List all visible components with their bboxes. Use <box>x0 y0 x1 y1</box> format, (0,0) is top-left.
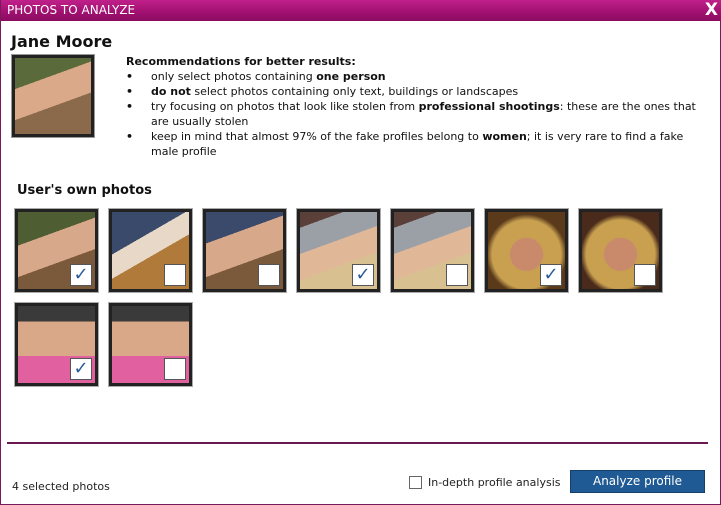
window-title: PHOTOS TO ANALYZE <box>7 3 136 17</box>
photo-tile[interactable]: ✓ <box>296 208 381 293</box>
section-title: User's own photos <box>17 183 152 198</box>
recommendation-text: do not <box>151 85 191 98</box>
photo-tile[interactable]: ✓ <box>14 208 99 293</box>
close-icon[interactable]: X <box>705 0 718 21</box>
checked-checkbox-icon[interactable]: ✓ <box>70 358 92 380</box>
photo-tile[interactable] <box>390 208 475 293</box>
in-depth-label: In-depth profile analysis <box>428 476 561 489</box>
checkbox-icon[interactable] <box>164 264 186 286</box>
photo-tile[interactable] <box>578 208 663 293</box>
recommendation-text: select photos containing only text, buil… <box>190 85 519 98</box>
recommendations-heading: Recommendations for better results: <box>126 55 356 68</box>
checkbox-icon[interactable] <box>634 264 656 286</box>
checkbox-icon[interactable] <box>409 476 422 489</box>
divider <box>7 442 708 444</box>
checkbox-icon[interactable] <box>446 264 468 286</box>
recommendation-item: keep in mind that almost 97% of the fake… <box>126 129 711 159</box>
analyze-profile-button[interactable]: Analyze profile <box>570 470 705 493</box>
selected-count: 4 selected photos <box>12 480 110 493</box>
recommendation-text: try focusing on photos that look like st… <box>151 100 419 113</box>
photo-tile[interactable]: ✓ <box>484 208 569 293</box>
checkbox-icon[interactable] <box>258 264 280 286</box>
photo-tile[interactable] <box>108 302 193 387</box>
recommendation-text: professional shootings <box>418 100 560 113</box>
photo-tile[interactable] <box>108 208 193 293</box>
recommendation-text: keep in mind that almost 97% of the fake… <box>151 130 483 143</box>
checked-checkbox-icon[interactable]: ✓ <box>70 264 92 286</box>
recommendation-text: only select photos containing <box>151 70 317 83</box>
photo-tile[interactable]: ✓ <box>14 302 99 387</box>
recommendation-text: women <box>482 130 527 143</box>
recommendation-text: one person <box>316 70 386 83</box>
in-depth-checkbox[interactable]: In-depth profile analysis <box>409 476 560 489</box>
title-bar: PHOTOS TO ANALYZE X <box>1 0 721 21</box>
checkbox-icon[interactable] <box>164 358 186 380</box>
recommendations: Recommendations for better results: only… <box>126 54 711 159</box>
profile-name: Jane Moore <box>11 32 113 51</box>
photo-tile[interactable] <box>202 208 287 293</box>
dialog-window: PHOTOS TO ANALYZE X Jane Moore Recommend… <box>0 0 721 505</box>
checked-checkbox-icon[interactable]: ✓ <box>540 264 562 286</box>
recommendation-item: do not select photos containing only tex… <box>126 84 711 99</box>
recommendation-item: only select photos containing one person <box>126 69 711 84</box>
recommendation-item: try focusing on photos that look like st… <box>126 99 711 129</box>
checked-checkbox-icon[interactable]: ✓ <box>352 264 374 286</box>
avatar <box>11 54 95 138</box>
